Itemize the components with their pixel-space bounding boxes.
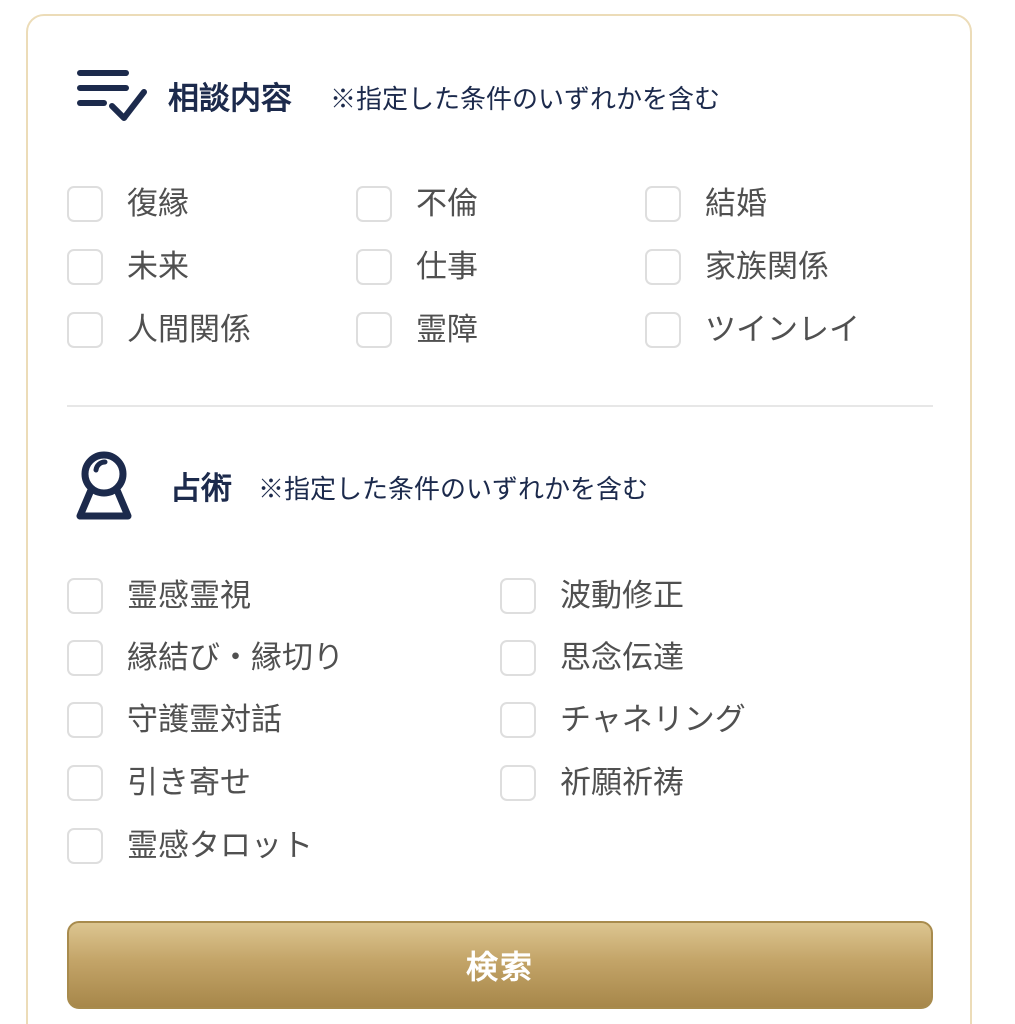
checkbox[interactable] xyxy=(500,765,536,801)
divination-option-enmusubi[interactable]: 縁結び・縁切り xyxy=(67,638,344,678)
checkbox[interactable] xyxy=(67,578,103,614)
option-label: 復縁 xyxy=(127,185,189,222)
consultation-note: ※指定した条件のいずれかを含む xyxy=(330,85,721,115)
checkbox[interactable] xyxy=(356,249,392,285)
consultation-option-reisho[interactable]: 霊障 xyxy=(356,310,478,350)
option-label: 祈願祈祷 xyxy=(560,764,684,801)
divination-note: ※指定した条件のいずれかを含む xyxy=(258,475,649,505)
option-label: 結婚 xyxy=(705,185,767,222)
checkbox[interactable] xyxy=(356,312,392,348)
checkbox[interactable] xyxy=(67,640,103,676)
option-label: 人間関係 xyxy=(127,311,251,348)
consultation-option-twinray[interactable]: ツインレイ xyxy=(645,310,860,350)
checkbox[interactable] xyxy=(645,249,681,285)
consultation-option-kazoku[interactable]: 家族関係 xyxy=(645,247,829,287)
checkbox[interactable] xyxy=(500,578,536,614)
search-button[interactable]: 検索 xyxy=(67,921,933,1009)
divination-option-hikiyose[interactable]: 引き寄せ xyxy=(67,763,251,803)
divination-option-shinen-dentatsu[interactable]: 思念伝達 xyxy=(500,638,684,678)
option-label: 霊障 xyxy=(416,311,478,348)
divination-option-shugorei[interactable]: 守護霊対話 xyxy=(67,700,282,740)
divination-option-hado-shusei[interactable]: 波動修正 xyxy=(500,576,684,616)
option-label: 引き寄せ xyxy=(127,764,251,801)
checkbox[interactable] xyxy=(67,312,103,348)
consultation-option-furin[interactable]: 不倫 xyxy=(356,184,478,224)
option-label: 縁結び・縁切り xyxy=(127,639,344,676)
consultation-title: 相談内容 xyxy=(168,81,292,117)
option-label: ツインレイ xyxy=(705,311,860,348)
checkbox[interactable] xyxy=(67,828,103,864)
divination-option-reikan-tarot[interactable]: 霊感タロット xyxy=(67,826,313,866)
option-label: 霊感霊視 xyxy=(127,577,251,614)
option-label: 霊感タロット xyxy=(127,827,313,864)
option-label: 仕事 xyxy=(416,248,478,285)
checkbox[interactable] xyxy=(500,702,536,738)
search-filter-panel xyxy=(26,14,972,1024)
consultation-option-ningen[interactable]: 人間関係 xyxy=(67,310,251,350)
option-label: 不倫 xyxy=(416,185,478,222)
option-label: 波動修正 xyxy=(560,577,684,614)
crystal-ball-icon xyxy=(76,451,132,520)
consultation-option-kekkon[interactable]: 結婚 xyxy=(645,184,767,224)
checkbox[interactable] xyxy=(645,186,681,222)
checkbox[interactable] xyxy=(67,249,103,285)
checkbox[interactable] xyxy=(67,765,103,801)
option-label: 思念伝達 xyxy=(560,639,684,676)
section-divider xyxy=(67,405,933,407)
checkbox[interactable] xyxy=(500,640,536,676)
divination-option-reikan-reishi[interactable]: 霊感霊視 xyxy=(67,576,251,616)
consultation-option-mirai[interactable]: 未来 xyxy=(67,247,189,287)
checkbox[interactable] xyxy=(645,312,681,348)
checklist-icon xyxy=(77,70,147,121)
checkbox[interactable] xyxy=(67,186,103,222)
consultation-option-fukuen[interactable]: 復縁 xyxy=(67,184,189,224)
option-label: 守護霊対話 xyxy=(127,701,282,738)
option-label: 家族関係 xyxy=(705,248,829,285)
checkbox[interactable] xyxy=(356,186,392,222)
consultation-option-shigoto[interactable]: 仕事 xyxy=(356,247,478,287)
divination-option-channeling[interactable]: チャネリング xyxy=(500,700,746,740)
option-label: 未来 xyxy=(127,248,189,285)
divination-option-kigan-kito[interactable]: 祈願祈祷 xyxy=(500,763,684,803)
option-label: チャネリング xyxy=(560,701,746,738)
checkbox[interactable] xyxy=(67,702,103,738)
divination-title: 占術 xyxy=(170,471,232,507)
